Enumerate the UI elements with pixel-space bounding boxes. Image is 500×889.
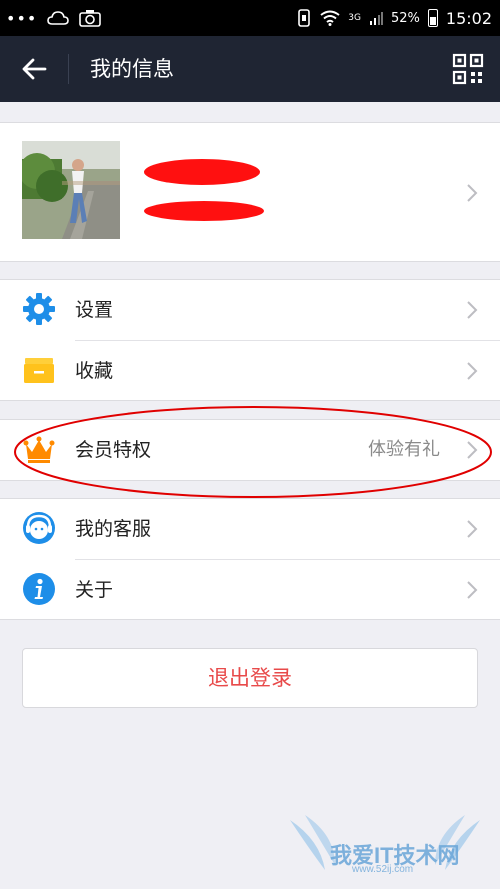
back-arrow-icon [22, 58, 47, 80]
camera-icon [79, 10, 102, 27]
top-nav-bar: 我的信息 [0, 36, 500, 102]
headset-icon [23, 512, 55, 544]
menu-item-favorites[interactable]: 收藏 [0, 341, 500, 401]
chevron-right-icon [467, 184, 478, 202]
menu-group-1: 设置 收藏 [0, 279, 500, 401]
chevron-right-icon [467, 301, 478, 319]
logout-button[interactable]: 退出登录 [22, 648, 478, 708]
chevron-right-icon [467, 520, 478, 538]
more-dots-icon: ••• [6, 8, 38, 28]
menu-label-favorites: 收藏 [75, 360, 114, 382]
menu-label-settings: 设置 [75, 299, 114, 321]
menu-label-vip: 会员特权 [75, 439, 152, 461]
menu-item-service[interactable]: 我的客服 [0, 499, 500, 559]
menu-label-about: 关于 [75, 579, 114, 601]
network-type: 3G [348, 13, 361, 23]
cloud-icon [47, 11, 70, 25]
back-button[interactable] [14, 52, 54, 86]
chevron-right-icon [467, 581, 478, 599]
menu-group-3: 我的客服 关于 [0, 498, 500, 620]
redacted-nickname [144, 159, 260, 185]
menu-group-2: 会员特权 体验有礼 [0, 419, 500, 481]
battery-icon [427, 9, 438, 27]
clock: 15:02 [445, 8, 492, 28]
menu-item-settings[interactable]: 设置 [0, 280, 500, 340]
menu-item-about[interactable]: 关于 [0, 560, 500, 620]
nav-divider [68, 54, 69, 84]
watermark-url: www.52ij.com [352, 864, 414, 875]
menu-label-service: 我的客服 [75, 518, 152, 540]
vibrate-icon [298, 9, 311, 27]
redacted-account [144, 201, 264, 221]
profile-card[interactable] [0, 122, 500, 262]
battery-percent: 52% [390, 10, 420, 26]
crown-icon [23, 436, 55, 463]
chevron-right-icon [467, 362, 478, 380]
signal-icon [369, 12, 383, 25]
gear-icon [23, 293, 55, 325]
status-bar: ••• 3G 52% 15:02 [0, 0, 500, 36]
folder-icon [24, 358, 54, 383]
wifi-icon [320, 10, 340, 26]
menu-item-vip[interactable]: 会员特权 体验有礼 [0, 420, 500, 480]
info-icon [23, 573, 55, 605]
vip-promo-text: 体验有礼 [368, 439, 440, 460]
chevron-right-icon [467, 441, 478, 459]
avatar [22, 141, 120, 239]
qr-code-icon[interactable] [452, 53, 484, 85]
page-title: 我的信息 [90, 57, 174, 81]
